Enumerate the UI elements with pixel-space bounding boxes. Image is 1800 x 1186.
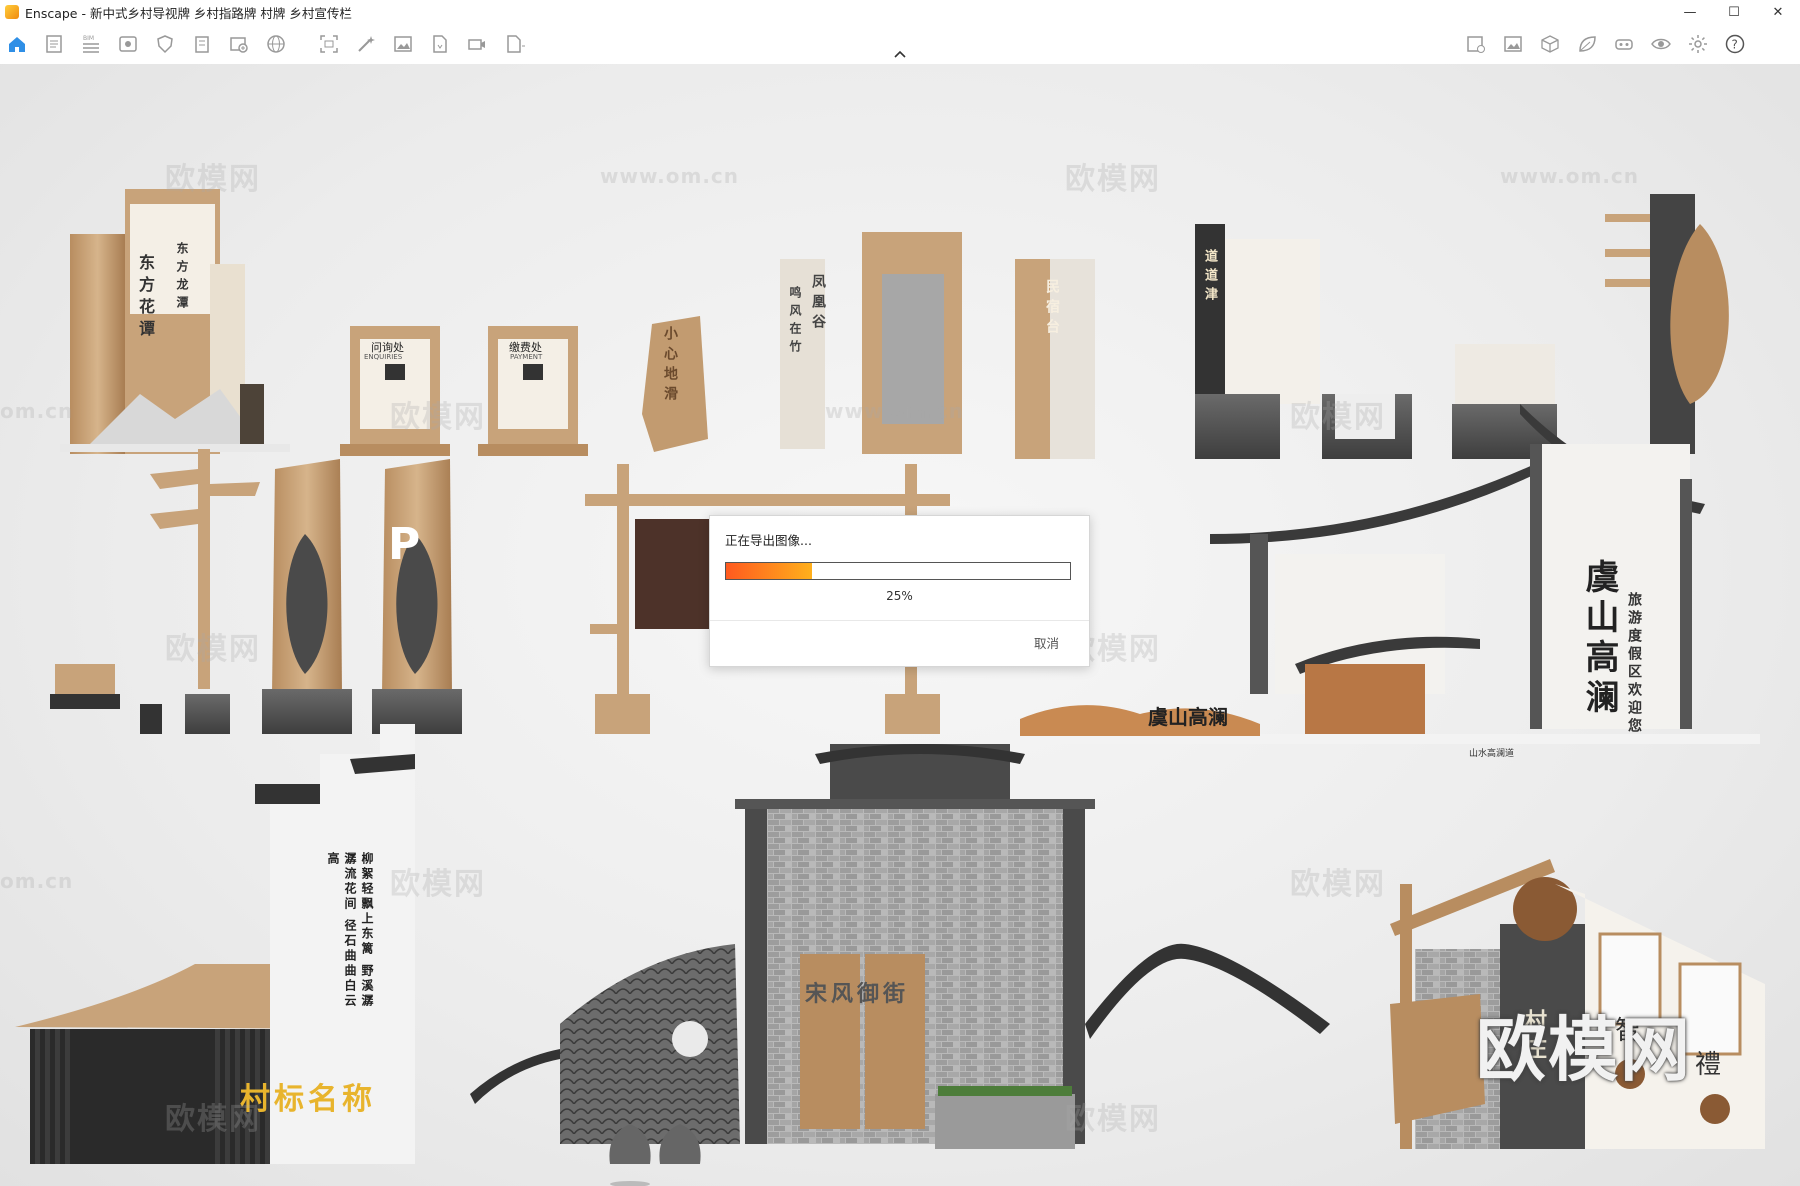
sign-label-mountain-vertical: 旅游度假区欢迎您	[1626, 592, 1642, 736]
shield-icon[interactable]	[152, 31, 178, 57]
add-screenshot-icon[interactable]	[226, 31, 252, 57]
toolbar-right-group: ?	[1463, 24, 1759, 64]
enscape-logo-icon	[5, 5, 19, 19]
sign-label-slippery: 小心地滑	[662, 326, 678, 406]
sign-label-wind: 凤凰谷	[810, 274, 826, 334]
watermark-text: 欧模网	[165, 1102, 261, 1137]
cube-icon[interactable]	[1537, 31, 1563, 57]
export-icon[interactable]	[501, 31, 527, 57]
watermark-text: www.om.cn	[1500, 164, 1640, 188]
title-bar: Enscape - 新中式乡村导视牌 乡村指路牌 村牌 乡村宣传栏 — ☐ ✕	[0, 0, 1800, 24]
globe-icon[interactable]	[263, 31, 289, 57]
watermark-text: 欧模网	[390, 400, 486, 435]
sign-label-mountain-road: 山水高澜道	[1469, 749, 1515, 759]
visibility-icon[interactable]	[1648, 31, 1674, 57]
toolbar-middle-group	[316, 24, 538, 64]
watermark-text: www.om.cn	[600, 164, 740, 188]
eye-view-icon[interactable]	[115, 31, 141, 57]
maximize-button[interactable]: ☐	[1712, 0, 1756, 24]
window-controls: — ☐ ✕	[1668, 0, 1800, 24]
sign-group-1	[60, 189, 290, 454]
bim-label: BIM	[83, 35, 94, 42]
export-progress-bar	[725, 562, 1071, 580]
sign-parking-arrow	[262, 459, 462, 734]
sign-label-payment-en: PAYMENT	[510, 353, 543, 361]
progress-percent: 25%	[886, 589, 913, 603]
video-icon[interactable]	[464, 31, 490, 57]
list-icon[interactable]: BIM	[78, 31, 104, 57]
settings-icon[interactable]	[1685, 31, 1711, 57]
sign-label-alley: 宋风御街	[805, 981, 910, 1007]
sign-label-road: 道道津	[1202, 249, 1217, 306]
toolbar-left-group: BIM	[4, 24, 300, 64]
document-icon[interactable]	[41, 31, 67, 57]
export-progress-dialog: 正在导出图像... 25% 取消	[709, 515, 1090, 667]
brand-watermark: 欧模网	[1476, 1009, 1692, 1091]
svg-text:?: ?	[1732, 38, 1738, 52]
sign-label-enquiries-en: ENQUIRIES	[364, 353, 403, 361]
frame-icon[interactable]	[316, 31, 342, 57]
watermark-text: 欧模网	[1290, 400, 1386, 435]
watermark-text: 欧模网	[165, 632, 261, 667]
cancel-button[interactable]: 取消	[1034, 633, 1059, 652]
progress-fill	[726, 563, 812, 579]
watermark-text: 欧模网	[1290, 867, 1386, 902]
image-icon[interactable]	[1500, 31, 1526, 57]
image-settings-icon[interactable]	[1463, 31, 1489, 57]
sign-label-vertical-1: 东方花谭	[136, 254, 155, 342]
close-button[interactable]: ✕	[1756, 0, 1800, 24]
building-icon[interactable]	[189, 31, 215, 57]
watermark-text: 欧模网	[1065, 1102, 1161, 1137]
home-icon[interactable]	[4, 31, 30, 57]
minimize-button[interactable]: —	[1668, 0, 1712, 24]
signpost-leaves	[50, 449, 260, 734]
image-icon[interactable]	[390, 31, 416, 57]
sign-label-minsu: 民宿台	[1044, 279, 1060, 339]
sign-label-wind-2: 鸣风在竹	[788, 286, 802, 358]
leaf-icon[interactable]	[1574, 31, 1600, 57]
watermark-text: 欧模网	[390, 867, 486, 902]
dialog-title: 正在导出图像...	[725, 533, 812, 548]
sign-label-poem: 柳絮轻飘上东篱 野溪潺潺流花间 径石曲曲白云高	[326, 852, 374, 1010]
collapse-toolbar-chevron-icon[interactable]	[890, 46, 910, 62]
sign-label-mountain: 虞山高澜	[1579, 559, 1619, 719]
help-icon[interactable]: ?	[1722, 31, 1748, 57]
window-title: Enscape - 新中式乡村导视牌 乡村指路牌 村牌 乡村宣传栏	[25, 5, 352, 21]
watermark-text: 欧模网	[1065, 162, 1161, 197]
dialog-divider	[710, 620, 1089, 621]
sign-label-parking: P	[388, 519, 421, 570]
watermark-text: www.om.cn	[825, 399, 965, 423]
magic-wand-icon[interactable]	[353, 31, 379, 57]
sign-wind	[780, 232, 1095, 459]
sign-label-li: 禮	[1695, 1050, 1722, 1080]
watermark-text: om.cn	[0, 399, 74, 423]
alley-gate	[470, 744, 1330, 1186]
watermark-text: 欧模网	[165, 162, 261, 197]
watermark-text: om.cn	[0, 869, 74, 893]
sign-leaf-tall	[1605, 194, 1729, 454]
vr-headset-icon[interactable]	[1611, 31, 1637, 57]
file-export-icon[interactable]	[427, 31, 453, 57]
sign-label-mountain-small: 虞山高澜	[1148, 705, 1228, 729]
sign-label-vertical-2: 东方龙潭	[175, 242, 189, 314]
